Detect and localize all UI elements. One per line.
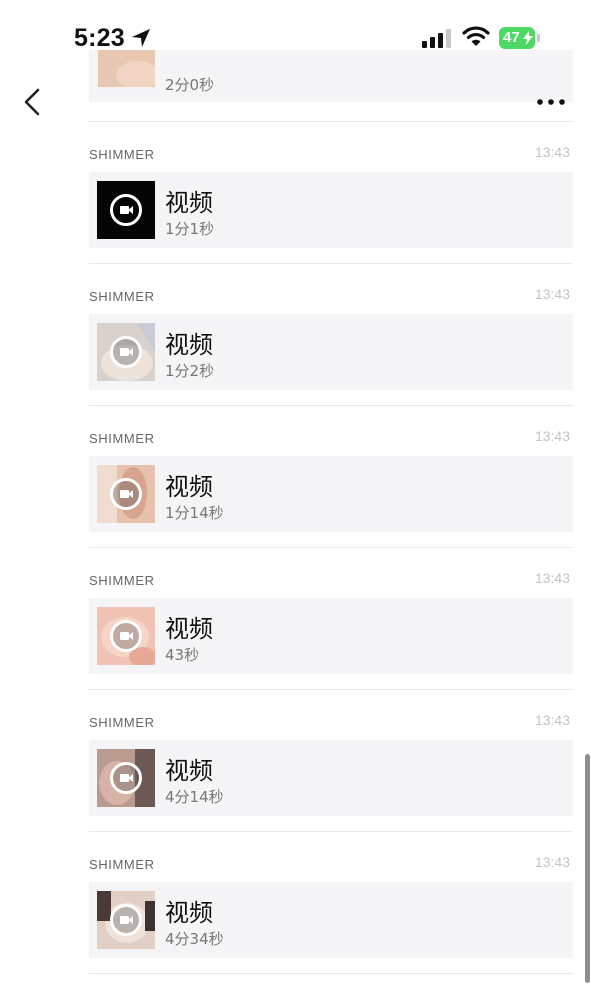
- video-title: 视频: [165, 615, 213, 643]
- back-button[interactable]: [18, 84, 48, 124]
- video-camera-icon: [110, 762, 142, 794]
- message-time: 13:43: [534, 286, 570, 302]
- video-camera-icon: [110, 904, 142, 936]
- sender-name: SHIMMER: [89, 857, 155, 872]
- message-time: 13:43: [534, 854, 570, 870]
- video-thumbnail: [97, 465, 155, 523]
- video-duration: 4分14秒: [165, 788, 224, 806]
- video-thumbnail: [97, 607, 155, 665]
- divider: [89, 547, 573, 548]
- video-camera-icon: [110, 336, 142, 368]
- video-thumbnail: [97, 891, 155, 949]
- divider: [89, 405, 573, 406]
- divider: [89, 121, 573, 122]
- video-duration: 1分1秒: [165, 220, 215, 238]
- chevron-left-icon: [24, 88, 40, 116]
- video-card[interactable]: 视频 4分34秒: [89, 882, 573, 958]
- video-thumbnail: [97, 181, 155, 239]
- video-card[interactable]: 视频 43秒: [89, 598, 573, 674]
- video-camera-icon: [110, 478, 142, 510]
- sender-name: SHIMMER: [89, 147, 155, 162]
- video-thumbnail: [97, 749, 155, 807]
- video-duration: 43秒: [165, 646, 200, 664]
- video-camera-icon: [110, 620, 142, 652]
- video-thumbnail: [97, 323, 155, 381]
- video-thumbnail: [98, 50, 155, 87]
- divider: [89, 831, 573, 832]
- video-duration: 2分0秒: [165, 76, 215, 94]
- video-duration: 4分34秒: [165, 930, 224, 948]
- message-list: 2分0秒 SHIMMER 13:43 视频 1分1秒 SHIMMER 13:43…: [0, 0, 591, 983]
- divider: [89, 263, 573, 264]
- message-time: 13:43: [534, 712, 570, 728]
- video-card[interactable]: 视频 1分14秒: [89, 456, 573, 532]
- video-title: 视频: [165, 331, 213, 359]
- video-title: 视频: [165, 757, 213, 785]
- ellipsis-icon: [537, 99, 565, 105]
- video-card-partial[interactable]: 2分0秒: [89, 50, 573, 102]
- list-item: SHIMMER 13:43 视频 1分1秒: [89, 138, 573, 280]
- video-title: 视频: [165, 189, 213, 217]
- divider: [89, 973, 573, 974]
- sender-name: SHIMMER: [89, 573, 155, 588]
- divider: [89, 689, 573, 690]
- sender-name: SHIMMER: [89, 715, 155, 730]
- list-item: SHIMMER 13:43 视频 4分14秒: [89, 706, 573, 848]
- list-item: SHIMMER 13:43 视频 43秒: [89, 564, 573, 706]
- video-duration: 1分14秒: [165, 504, 224, 522]
- scrollbar[interactable]: [585, 754, 590, 983]
- list-item: SHIMMER 13:43 视频 1分2秒: [89, 280, 573, 422]
- video-card[interactable]: 视频 1分2秒: [89, 314, 573, 390]
- list-item: SHIMMER 13:43 视频 1分14秒: [89, 422, 573, 564]
- message-time: 13:43: [534, 570, 570, 586]
- message-time: 13:43: [534, 428, 570, 444]
- video-title: 视频: [165, 473, 213, 501]
- video-camera-icon: [110, 194, 142, 226]
- list-item: SHIMMER 13:43 视频 4分34秒: [89, 848, 573, 990]
- sender-name: SHIMMER: [89, 431, 155, 446]
- sender-name: SHIMMER: [89, 289, 155, 304]
- more-button[interactable]: [533, 92, 573, 112]
- video-duration: 1分2秒: [165, 362, 215, 380]
- video-card[interactable]: 视频 4分14秒: [89, 740, 573, 816]
- video-card[interactable]: 视频 1分1秒: [89, 172, 573, 248]
- video-title: 视频: [165, 899, 213, 927]
- message-time: 13:43: [534, 144, 570, 160]
